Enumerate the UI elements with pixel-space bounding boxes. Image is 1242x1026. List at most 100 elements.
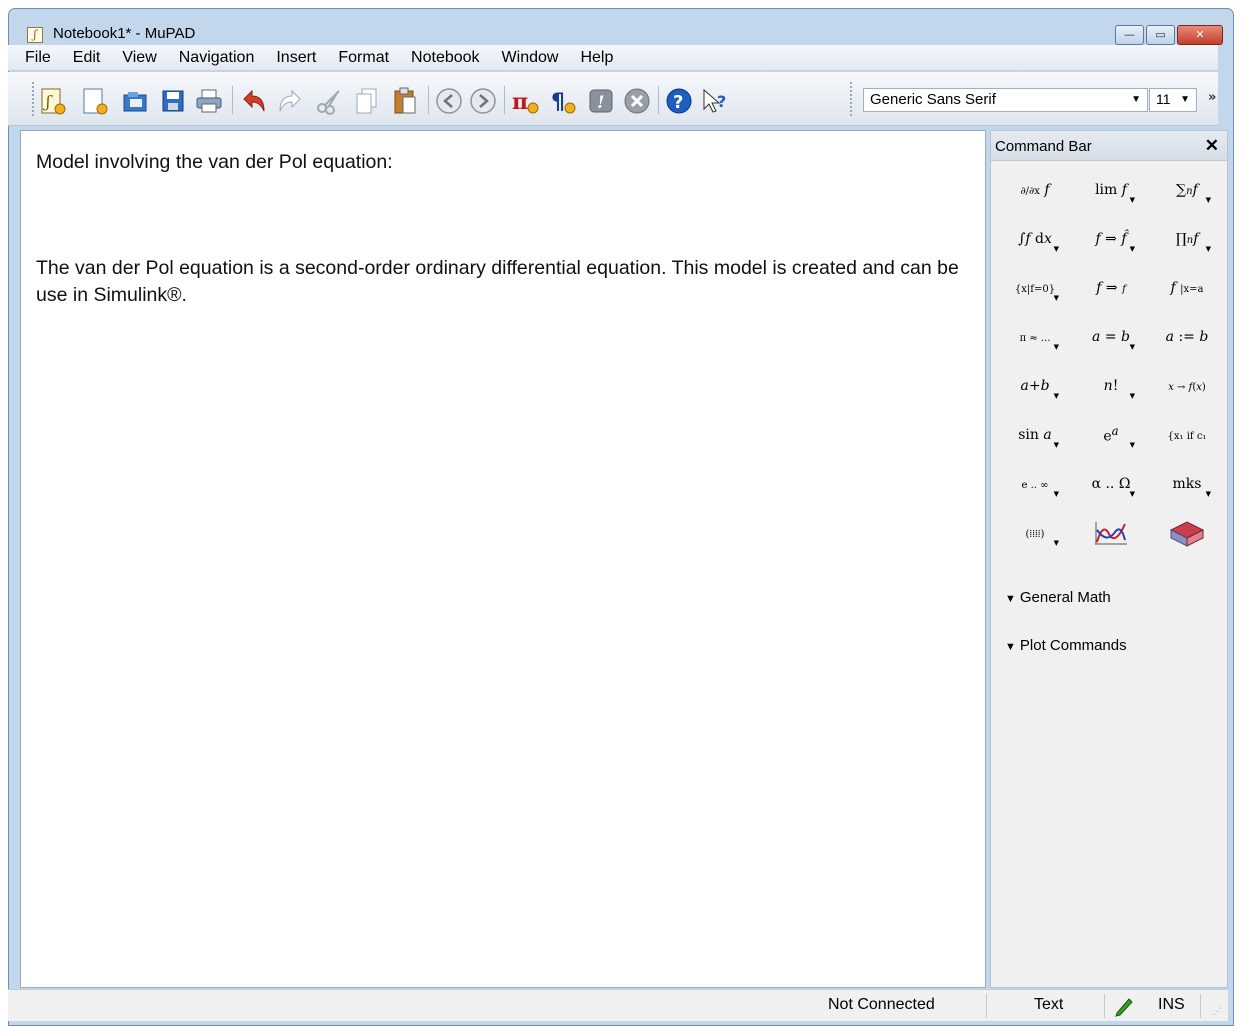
evaluate-at-button[interactable]: f |x=a (1149, 263, 1225, 312)
menu-bar: File Edit View Navigation Insert Format … (8, 45, 1218, 71)
dropdown-arrow-icon: ▼ (1053, 490, 1059, 498)
derivative-button[interactable]: ∂/∂x f (997, 165, 1073, 214)
insert-text-icon[interactable]: ¶ (548, 86, 578, 116)
factorial-button[interactable]: n! ▼ (1073, 361, 1149, 410)
insert-calculation-icon[interactable]: π (510, 86, 540, 116)
close-button[interactable]: ✕ (1177, 25, 1223, 45)
text-paragraph[interactable]: The van der Pol equation is a second-ord… (36, 255, 966, 309)
undo-icon[interactable] (238, 86, 268, 116)
sum-button[interactable]: ∑nf ▼ (1149, 165, 1225, 214)
evaluate-at-icon: f |x=a (1170, 279, 1204, 296)
section-plot-commands[interactable]: ▼ Plot Commands (1005, 637, 1127, 654)
plot-3d-icon (1169, 520, 1205, 547)
context-help-icon[interactable]: ? (700, 86, 730, 116)
forward-icon[interactable] (468, 86, 498, 116)
text-paragraph[interactable]: Model involving the van der Pol equation… (36, 149, 393, 176)
save-icon[interactable] (158, 86, 188, 116)
piecewise-button[interactable]: {x₁ if c₁ (1149, 410, 1225, 459)
exponential-icon: ea (1103, 424, 1119, 445)
menu-view[interactable]: View (111, 49, 167, 67)
command-bar-header: Command Bar ✕ (991, 131, 1227, 161)
evaluate-icon[interactable]: ! (586, 86, 616, 116)
transform-button[interactable]: f ⇒ f̂ ▼ (1073, 214, 1149, 263)
menu-navigation[interactable]: Navigation (168, 49, 266, 67)
matrix-button[interactable]: (⁞⁞⁞⁞) ▼ (997, 508, 1073, 557)
function-def-button[interactable]: x → f(x) (1149, 361, 1225, 410)
derivative-icon: ∂/∂x f (1020, 181, 1050, 198)
equation-button[interactable]: a = b ▼ (1073, 312, 1149, 361)
connection-status: Not Connected (828, 996, 935, 1013)
font-size-select[interactable]: 11 ▼ (1149, 88, 1197, 112)
greek-letters-button[interactable]: α .. Ω ▼ (1073, 459, 1149, 508)
section-general-math[interactable]: ▼ General Math (1005, 589, 1111, 606)
new-editor-icon[interactable] (80, 86, 110, 116)
units-icon: mks (1172, 475, 1202, 492)
arithmetic-button[interactable]: a+b ▼ (997, 361, 1073, 410)
simplify-icon: f ⇒ f (1096, 279, 1126, 296)
back-icon[interactable] (434, 86, 464, 116)
cut-icon[interactable] (314, 86, 344, 116)
command-bar-title: Command Bar (995, 138, 1092, 155)
close-icon[interactable]: ✕ (1205, 136, 1219, 156)
section-label: Plot Commands (1019, 637, 1127, 654)
dropdown-arrow-icon: ▼ (1129, 392, 1135, 400)
factorial-icon: n! (1103, 377, 1119, 394)
stop-icon[interactable] (622, 86, 652, 116)
constants-icon: e .. ∞ (1021, 479, 1049, 491)
chevron-down-icon: ▼ (1131, 94, 1141, 105)
toolbar-overflow-icon[interactable]: » (1208, 90, 1216, 105)
open-icon[interactable] (120, 86, 150, 116)
menu-notebook[interactable]: Notebook (400, 49, 491, 67)
menu-window[interactable]: Window (491, 49, 570, 67)
dropdown-arrow-icon: ▼ (1053, 294, 1059, 302)
dropdown-arrow-icon: ▼ (1053, 343, 1059, 351)
menu-file[interactable]: File (14, 49, 62, 67)
simplify-button[interactable]: f ⇒ f (1073, 263, 1149, 312)
approximate-button[interactable]: π ≈ ... ▼ (997, 312, 1073, 361)
copy-icon[interactable] (352, 86, 382, 116)
dropdown-arrow-icon: ▼ (1129, 441, 1135, 449)
new-notebook-icon[interactable]: ʃ (38, 86, 68, 116)
limit-icon: lim f (1095, 181, 1127, 198)
solve-icon: {x|f=0} (1014, 283, 1056, 295)
font-family-select[interactable]: Generic Sans Serif ▼ (863, 88, 1148, 112)
product-button[interactable]: ∏nf ▼ (1149, 214, 1225, 263)
help-icon[interactable]: ? (664, 86, 694, 116)
menu-help[interactable]: Help (569, 49, 624, 67)
units-button[interactable]: mks ▼ (1149, 459, 1225, 508)
print-icon[interactable] (194, 86, 224, 116)
limit-button[interactable]: lim f ▼ (1073, 165, 1149, 214)
font-family-value: Generic Sans Serif (870, 91, 996, 108)
svg-text:π: π (512, 89, 528, 115)
arithmetic-icon: a+b (1020, 377, 1050, 394)
exponential-button[interactable]: ea ▼ (1073, 410, 1149, 459)
dropdown-arrow-icon: ▼ (1205, 490, 1211, 498)
integral-button[interactable]: ∫f dx ▼ (997, 214, 1073, 263)
toolbar-separator (504, 86, 505, 114)
plot-3d-button[interactable] (1149, 508, 1225, 557)
status-separator (1104, 994, 1105, 1018)
dropdown-arrow-icon: ▼ (1053, 539, 1059, 547)
toolbar-grip[interactable] (850, 82, 853, 116)
toolbar-grip[interactable] (32, 82, 35, 116)
plot-2d-icon (1095, 521, 1127, 544)
dropdown-arrow-icon: ▼ (1129, 490, 1135, 498)
redo-icon[interactable] (276, 86, 306, 116)
mupad-icon: ʃ (27, 27, 43, 43)
solve-button[interactable]: {x|f=0} ▼ (997, 263, 1073, 312)
paste-icon[interactable] (390, 86, 420, 116)
plot-2d-button[interactable] (1073, 508, 1149, 557)
resize-grip-icon[interactable]: ⋰ (1213, 1006, 1222, 1017)
maximize-button[interactable]: ▭ (1146, 25, 1175, 45)
menu-insert[interactable]: Insert (265, 49, 327, 67)
menu-edit[interactable]: Edit (62, 49, 112, 67)
minimize-button[interactable]: — (1115, 25, 1144, 45)
menu-format[interactable]: Format (327, 49, 400, 67)
sum-icon: ∑nf (1176, 181, 1198, 198)
trig-button[interactable]: sin a ▼ (997, 410, 1073, 459)
notebook-document[interactable]: Model involving the van der Pol equation… (20, 130, 986, 988)
constants-button[interactable]: e .. ∞ ▼ (997, 459, 1073, 508)
assignment-button[interactable]: a := b (1149, 312, 1225, 361)
dropdown-arrow-icon: ▼ (1129, 196, 1135, 204)
dropdown-arrow-icon: ▼ (1205, 245, 1211, 253)
